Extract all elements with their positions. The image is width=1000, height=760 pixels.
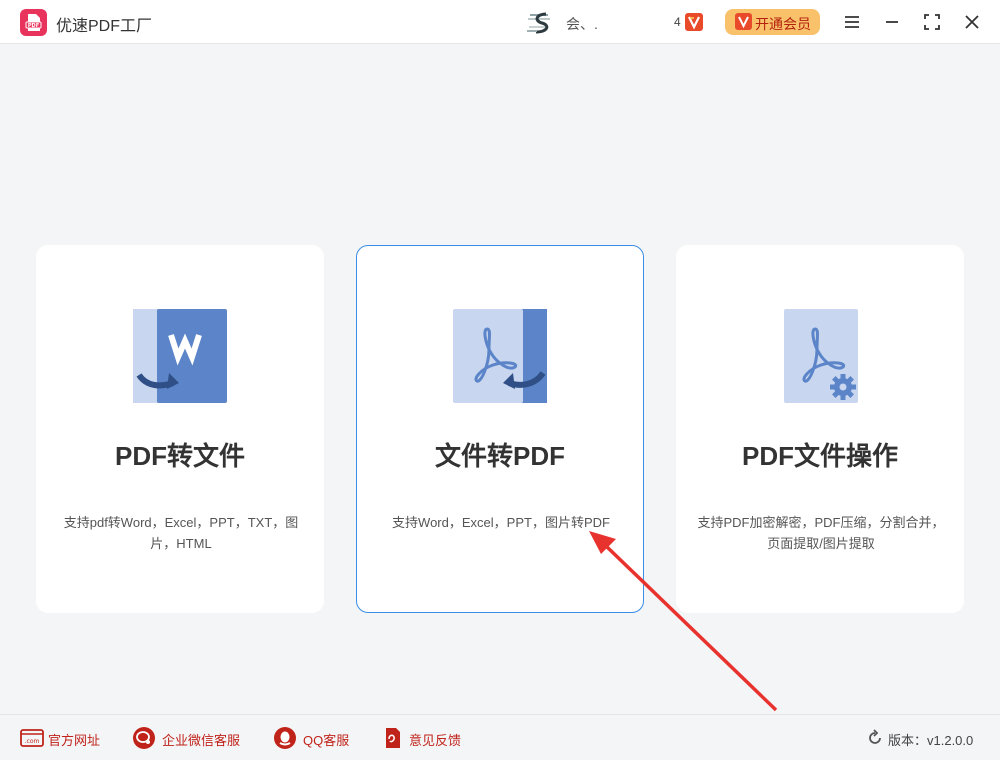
footer-link-label: 意见反馈	[409, 733, 462, 748]
word-convert-icon	[133, 309, 229, 405]
wechat-work-icon	[132, 726, 156, 750]
card-title: PDF转文件	[114, 441, 245, 471]
title-bar: PDF 优速PDF工厂 会、. 4 开通会员	[0, 0, 1000, 44]
footer-link-qq[interactable]: QQ客服	[273, 725, 355, 751]
footer-link-website[interactable]: .com 官方网址	[20, 725, 110, 751]
card-pdf-to-file[interactable]: PDF转文件 支持pdf转Word，Excel，PPT，TXT，图片，HTML	[36, 245, 324, 613]
card-description: 支持Word，Excel，PPT，图片转PDF	[392, 515, 610, 530]
footer-link-label: 官方网址	[48, 733, 101, 748]
pdf-convert-icon	[453, 309, 549, 405]
menu-icon	[840, 10, 864, 34]
footer-link-label: 企业微信客服	[162, 733, 241, 748]
user-avatar-icon[interactable]	[526, 11, 556, 35]
open-vip-label: 开通会员	[755, 16, 811, 32]
card-description: 支持pdf转Word，Excel，PPT，TXT，图片，HTML	[63, 515, 299, 551]
card-pdf-operations[interactable]: PDF文件操作 支持PDF加密解密，PDF压缩，分割合并，页面提取/图片提取	[676, 245, 964, 613]
close-button[interactable]	[960, 10, 984, 34]
vip-icon	[735, 13, 752, 30]
user-name[interactable]: 会、.	[566, 14, 598, 34]
minimize-button[interactable]	[880, 10, 904, 34]
footer-link-wechat-work[interactable]: 企业微信客服	[132, 725, 250, 751]
card-description: 支持PDF加密解密，PDF压缩，分割合并，页面提取/图片提取	[697, 515, 945, 551]
card-title: PDF文件操作	[741, 441, 898, 471]
maximize-button[interactable]	[920, 10, 944, 34]
minimize-icon	[880, 10, 904, 34]
app-logo-icon: PDF	[20, 9, 47, 36]
pdf-settings-icon	[773, 309, 869, 405]
app-title: 优速PDF工厂	[56, 18, 153, 35]
website-icon: .com	[20, 726, 44, 750]
qq-icon	[273, 726, 297, 750]
maximize-icon	[920, 10, 944, 34]
version-text: 版本：v1.2.0.0	[888, 733, 974, 748]
footer-link-feedback[interactable]: 意见反馈	[381, 725, 471, 751]
app-logo-text: PDF	[28, 23, 39, 29]
card-title: 文件转PDF	[434, 441, 565, 471]
svg-text:.com: .com	[25, 738, 40, 745]
feedback-icon	[381, 726, 405, 750]
vip-count: 4	[674, 15, 681, 29]
footer-link-label: QQ客服	[303, 733, 350, 748]
menu-button[interactable]	[840, 10, 864, 34]
open-vip-button[interactable]: 开通会员	[725, 9, 820, 35]
vip-badge-icon	[685, 13, 703, 31]
footer-bar: .com 官方网址 企业微信客服 QQ客服 意见反馈 版本：v1.2.0.0	[0, 714, 1000, 760]
refresh-icon[interactable]	[866, 729, 884, 747]
close-icon	[960, 10, 984, 34]
card-file-to-pdf[interactable]: 文件转PDF 支持Word，Excel，PPT，图片转PDF	[356, 245, 644, 613]
